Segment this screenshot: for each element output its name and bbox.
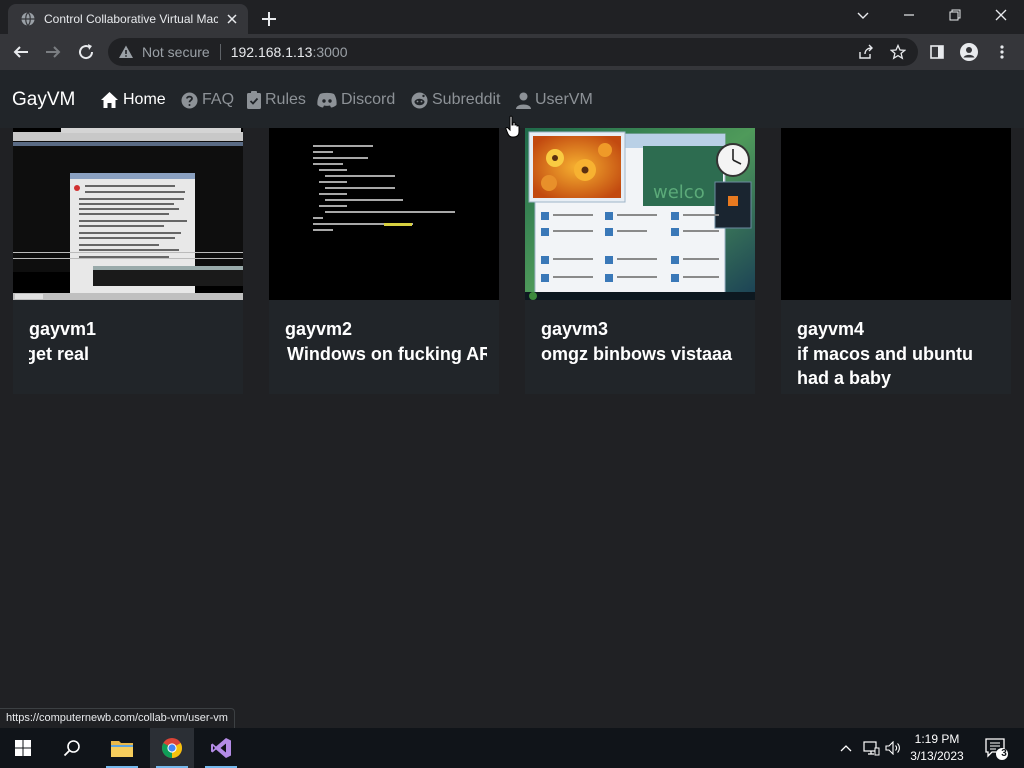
- notification-count-badge: 3: [1001, 748, 1007, 759]
- clipboard-check-icon: [247, 91, 261, 109]
- nav-uservm-label: UserVM: [535, 91, 593, 108]
- restore-icon[interactable]: [932, 4, 978, 26]
- hand-cursor-icon: [505, 115, 520, 138]
- arrow-right-icon: [46, 46, 61, 58]
- bookmark-star-icon[interactable]: [887, 41, 909, 63]
- nav-home-label: Home: [123, 91, 166, 108]
- nav-rules[interactable]: Rules: [247, 90, 306, 110]
- nav-subreddit-label: Subreddit: [432, 91, 501, 108]
- nav-faq-label: FAQ: [202, 91, 235, 108]
- clock-date: 3/13/2023: [910, 749, 964, 763]
- windows-logo-icon: [15, 740, 31, 756]
- vm-description: get real: [29, 344, 90, 364]
- globe-icon: [21, 12, 35, 26]
- link-status-bubble: https://computernewb.com/collab-vm/user-…: [0, 708, 235, 728]
- search-button[interactable]: [50, 728, 94, 768]
- nav-discord[interactable]: Discord: [317, 90, 395, 110]
- nav-rules-label: Rules: [265, 91, 306, 108]
- tab-title: Control Collaborative Virtual Mac: [44, 12, 218, 26]
- volume-button[interactable]: [883, 728, 903, 768]
- forward-button[interactable]: [42, 41, 64, 63]
- vm-card-gayvm2[interactable]: gayvm2 Windows on fucking ARM: [269, 128, 499, 394]
- vm-name: gayvm1: [29, 319, 97, 339]
- chevron-up-icon: [840, 745, 852, 752]
- close-window-icon[interactable]: [978, 4, 1024, 26]
- network-icon: [862, 740, 879, 755]
- url-port: :3000: [312, 44, 348, 60]
- vm-description: Windows on fucking ARM: [287, 344, 487, 364]
- chrome-icon: [162, 738, 182, 758]
- back-button[interactable]: [10, 41, 32, 63]
- minimize-icon[interactable]: [886, 4, 932, 26]
- visual-studio-icon: [211, 738, 231, 758]
- windows-taskbar: 1:19 PM 3/13/2023 3: [0, 728, 1024, 768]
- address-bar[interactable]: Not secure 192.168.1.13:3000: [108, 38, 918, 66]
- vm-description: if macos and ubuntu had a baby: [797, 344, 974, 388]
- browser-tab-strip: Control Collaborative Virtual Mac: [0, 0, 1024, 34]
- vm-thumbnail-gayvm3[interactable]: welco: [525, 128, 755, 300]
- vm-name: gayvm2: [285, 319, 353, 339]
- menu-kebab-icon[interactable]: [991, 41, 1013, 63]
- site-brand[interactable]: GayVM: [12, 89, 75, 111]
- new-tab-icon[interactable]: [258, 8, 280, 30]
- home-icon: [101, 92, 118, 108]
- taskbar-clock[interactable]: 1:19 PM 3/13/2023: [902, 731, 972, 765]
- vm-thumbnail-gayvm4[interactable]: [781, 128, 1011, 300]
- vm-name: gayvm4: [797, 319, 865, 339]
- question-circle-icon: [181, 92, 198, 108]
- folder-icon: [111, 741, 133, 757]
- side-panel-icon[interactable]: [926, 41, 948, 63]
- tab-search-icon[interactable]: [840, 4, 886, 26]
- nav-uservm[interactable]: UserVM: [516, 90, 593, 110]
- nav-discord-label: Discord: [341, 91, 396, 108]
- discord-icon: [317, 92, 337, 108]
- taskbar-visual-studio[interactable]: [199, 728, 243, 768]
- vm-card-gayvm1[interactable]: gayvm1 get real: [13, 128, 243, 394]
- reload-icon: [79, 44, 94, 60]
- close-tab-icon[interactable]: [224, 11, 240, 27]
- vm-description: omgz binbows vistaaa: [541, 344, 733, 364]
- site-navbar: GayVM Home FAQ Rules Discord Subreddit U…: [0, 70, 1024, 138]
- nav-subreddit[interactable]: Subreddit: [411, 90, 501, 110]
- arrow-left-icon: [13, 46, 28, 58]
- action-center-button[interactable]: 3: [976, 728, 1016, 768]
- browser-toolbar: Not secure 192.168.1.13:3000: [0, 34, 1024, 70]
- svg-text:welco: welco: [653, 182, 705, 203]
- reddit-icon: [411, 92, 428, 108]
- person-icon: [516, 92, 531, 109]
- nav-home[interactable]: Home: [100, 90, 166, 110]
- search-icon: [63, 740, 80, 757]
- not-secure-label[interactable]: Not secure: [142, 44, 210, 60]
- vm-card-gayvm3[interactable]: welco gayvm3 omgz binbows vistaaa: [525, 128, 755, 394]
- browser-tab-active[interactable]: Control Collaborative Virtual Mac: [8, 4, 248, 34]
- share-icon[interactable]: [855, 41, 877, 63]
- vm-name: gayvm3: [541, 319, 609, 339]
- profile-icon[interactable]: [958, 41, 980, 63]
- show-hidden-icons-button[interactable]: [836, 728, 856, 768]
- reload-button[interactable]: [75, 41, 97, 63]
- speaker-icon: [885, 741, 900, 755]
- vm-card-gayvm4[interactable]: gayvm4 if macos and ubuntu had a baby: [781, 128, 1011, 394]
- taskbar-chrome[interactable]: [150, 728, 194, 768]
- omnibox-divider: [219, 44, 221, 60]
- clock-time: 1:19 PM: [914, 732, 960, 746]
- network-button[interactable]: [860, 728, 882, 768]
- nav-faq[interactable]: FAQ: [181, 90, 234, 110]
- warning-triangle-icon[interactable]: [118, 44, 134, 60]
- start-button[interactable]: [0, 728, 46, 768]
- vm-thumbnail-gayvm1[interactable]: [13, 128, 243, 300]
- url-host: 192.168.1.13: [230, 44, 313, 60]
- taskbar-file-explorer[interactable]: [100, 728, 144, 768]
- vm-thumbnail-gayvm2[interactable]: [269, 128, 499, 300]
